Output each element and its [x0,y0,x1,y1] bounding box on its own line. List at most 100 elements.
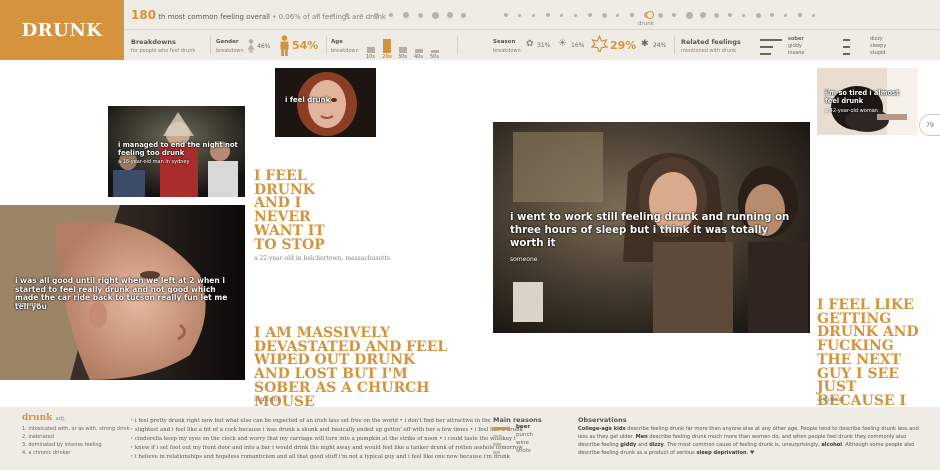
header-bar: DRUNK 180 th most common feeling overall… [0,0,940,60]
feeling-scale-dot[interactable] [388,13,393,17]
feeling-title: DRUNK [0,0,124,60]
feeling-scale-dot[interactable] [657,12,663,18]
feeling-scale-dot[interactable] [685,11,693,19]
feeling-scale-dot[interactable] [374,12,379,18]
quote-text: I feel drunk and I never want it to stop [254,168,325,253]
photo-party-night[interactable]: i managed to end the night not feeling t… [108,106,245,197]
photo-byline: someone [15,302,41,308]
feeling-scale-dot[interactable] [559,13,563,17]
related-feeling-word[interactable]: sober [788,36,804,42]
breakdowns-subtitle: for people who feel drunk [131,48,196,54]
photo-blonde-profile[interactable]: i was all good until right when we left … [0,205,245,380]
feeling-scale-dot[interactable] [587,13,592,17]
feeling-scale-dot[interactable] [699,12,706,18]
divider [674,36,675,54]
feeling-scale-dot[interactable] [330,13,334,17]
page-number-tab[interactable]: 79 [919,114,940,136]
feeling-scale-dot[interactable] [417,12,423,18]
reason-word[interactable]: punch [516,432,533,438]
photo-bar-women[interactable]: i went to work still feeling drunk and r… [493,122,810,333]
quote-byline: someone [254,396,281,403]
quote-byline: a 22-year-old in belchertown, massachuse… [254,255,390,262]
age-title: Age [331,39,343,45]
age-bucket-label: 10s [366,54,375,60]
related-feelings-title: Related feelings [681,38,741,46]
related-feeling-bar [760,46,773,48]
feeling-scale-dot[interactable] [545,13,550,17]
feeling-scale-dot[interactable] [811,13,815,17]
breakdowns-title: Breakdowns [131,38,176,46]
photo-caption: i'm so tired i almost feel drunk [825,89,900,105]
breakdowns-row: Breakdowns for people who feel drunk Gen… [124,30,940,60]
related-feeling-word[interactable]: insane [788,50,804,56]
feeling-scale-dot[interactable] [573,13,577,17]
rank-number: 180 [131,8,157,22]
feeling-scale-dot[interactable] [783,13,787,17]
rank-percentage: • 0.06% of all feelings are drunk [272,13,386,21]
male-percentage: 54% [292,39,319,52]
photo-caption: i feel drunk [285,96,331,104]
definition-line: 3. dominated by intense feeling [22,442,102,448]
stream-text: knew if i set foot out my front door and… [134,445,523,451]
summer-percentage: 16% [571,42,585,49]
feeling-scale-dot[interactable] [755,12,761,18]
feeling-scale-dot[interactable] [671,13,676,17]
reason-bar [493,443,501,446]
related-feelings-subtitle: mentioned with drunk [681,48,737,54]
reason-word[interactable]: beer [516,424,530,430]
stream-text: slightest and i feel like a bit of a coc… [134,427,523,433]
current-feeling-label: drunk [638,21,654,27]
feeling-scale-dot[interactable] [432,11,439,19]
age-bucket-label: 20s [382,54,392,60]
feeling-scale-dot[interactable] [403,12,409,18]
feeling-scale-dot[interactable] [461,12,466,18]
photo-caption: i went to work still feeling drunk and r… [510,212,790,249]
reason-bar [493,451,500,454]
feeling-scale-dot[interactable] [503,13,508,17]
gender-subtitle: breakdown [216,48,244,54]
feeling-scale-dot[interactable] [741,13,745,17]
season-title: Season [493,39,516,45]
feeling-scale-dot[interactable] [345,13,349,17]
feeling-scale-dot[interactable] [517,13,521,17]
feeling-scale-dot[interactable] [629,13,634,17]
feeling-stream-line: • i believe in relationships and hopeles… [130,454,510,460]
feeling-scale-dot[interactable] [797,13,802,17]
age-bucket-label: 50s [430,54,439,60]
feeling-scale-dot[interactable] [531,13,535,17]
feeling-scale-dot[interactable] [713,12,719,18]
reason-bar [493,435,502,438]
current-feeling-marker[interactable] [646,11,654,19]
photo-byline: a 18-year-old man in sydney [118,159,190,165]
related-feeling-word[interactable]: giddy [788,43,802,49]
related-feeling-bar [843,46,850,48]
photo-red-hair-woman[interactable]: i feel drunk [275,68,376,137]
related-feeling-word[interactable]: stupid [870,50,885,56]
observations-title: Observations [578,416,627,424]
feeling-scale-dot[interactable] [601,12,607,18]
related-feeling-bar [843,39,850,41]
divider [210,36,211,54]
summer-sun-icon: ☀ [558,38,567,49]
age-bucket-label: 40s [414,54,423,60]
related-feeling-word[interactable]: dizzy [870,36,883,42]
feeling-scale-dot[interactable] [316,13,319,17]
feeling-scale-dot[interactable] [727,13,732,17]
feeling-scale-dot[interactable] [769,13,774,17]
feeling-scale-dot[interactable] [446,12,453,18]
related-feeling-word[interactable]: sleepy [870,43,886,49]
reason-word[interactable]: shots [516,448,531,454]
definition-line: 1. intoxicated with, or as with, strong … [22,426,130,432]
feeling-scale-dot[interactable] [359,13,363,17]
age-bar [399,47,407,53]
photo-byline: someone [510,256,538,263]
photo-tired-woman[interactable]: i'm so tired i almost feel drunk a 42-ye… [817,68,918,135]
age-bar [383,39,391,53]
stream-text: i believe in relationships and hopeless … [134,454,510,460]
reason-word[interactable]: wine [516,440,529,446]
divider [457,36,458,54]
autumn-leaf-icon [591,35,608,52]
definition-part-of-speech: adj. [55,416,66,422]
rank-suffix: th most common feeling overall [158,13,270,21]
feeling-scale-dot[interactable] [615,13,619,17]
